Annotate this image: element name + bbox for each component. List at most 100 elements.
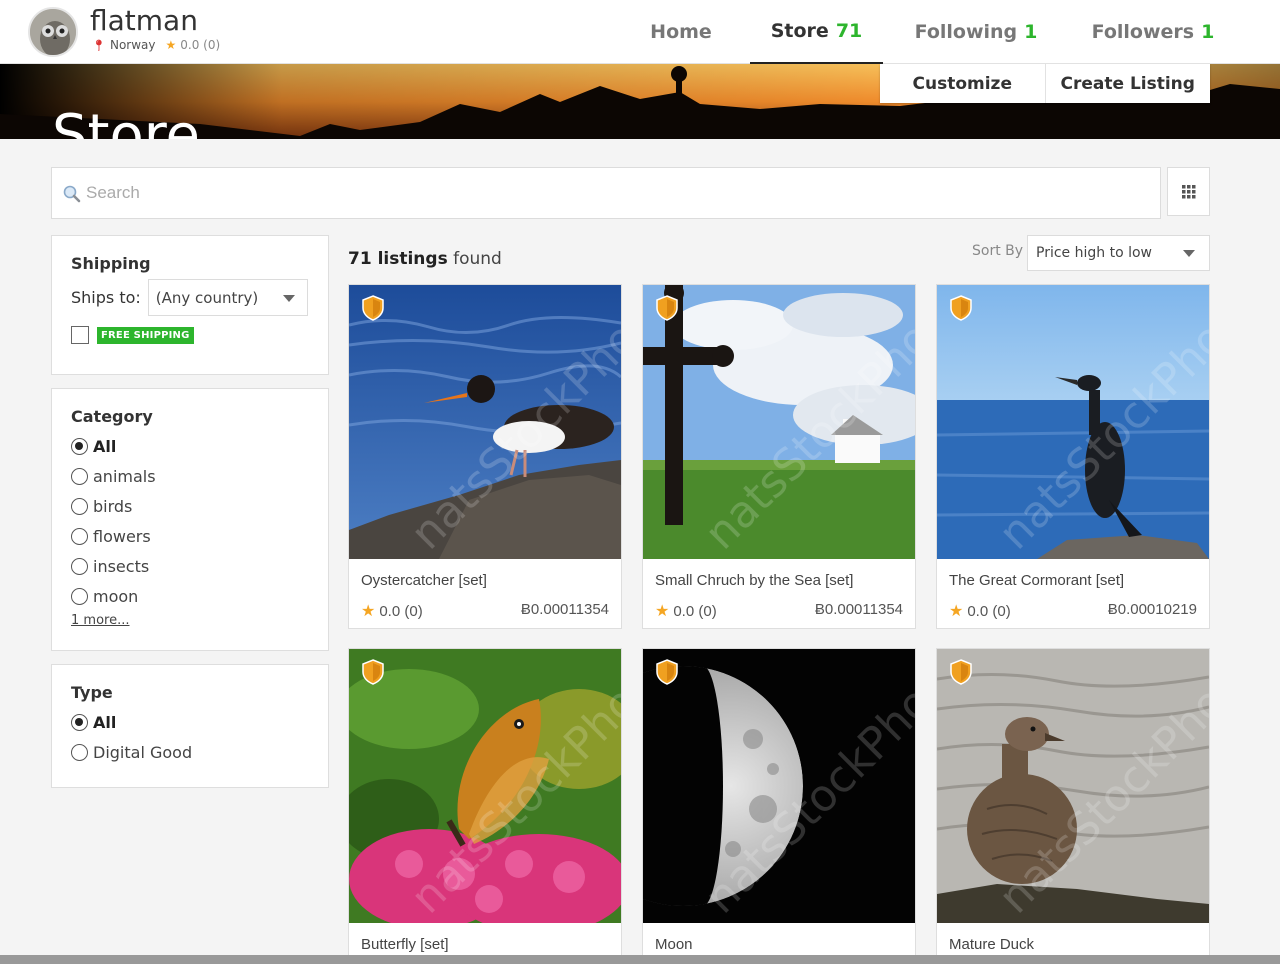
listing-title: Oystercatcher [set]: [361, 572, 487, 589]
tab-following-count: 1: [1024, 21, 1038, 43]
category-option-all[interactable]: All: [71, 437, 116, 456]
tab-home[interactable]: Home: [620, 0, 742, 64]
shield-icon: [362, 659, 384, 685]
free-shipping-badge: FREE SHIPPING: [97, 326, 194, 344]
listing-image-oystercatcher: natsStockPhoto: [349, 285, 621, 559]
category-option-label: All: [93, 437, 117, 456]
star-icon: ★: [165, 38, 177, 52]
listing-title: The Great Cormorant [set]: [949, 572, 1125, 589]
category-option-label: flowers: [93, 527, 151, 546]
listing-card[interactable]: natsStockPhoto Butterfly [set]: [348, 648, 622, 964]
listing-title: Butterfly [set]: [361, 936, 449, 953]
listing-price: Ƀ0.00011354: [520, 601, 609, 618]
sort-select[interactable]: Price high to low: [1027, 235, 1210, 271]
listing-rating: ★ 0.0 (0): [361, 601, 423, 621]
sort-select-value: Price high to low: [1036, 245, 1152, 261]
tab-following-label: Following: [914, 21, 1018, 43]
customize-button[interactable]: Customize: [880, 64, 1045, 103]
listing-title: Small Chruch by the Sea [set]: [655, 572, 854, 589]
category-option-label: moon: [93, 587, 139, 606]
listing-card[interactable]: natsStockPhoto Moon: [642, 648, 916, 964]
shield-icon: [362, 295, 384, 321]
free-shipping-checkbox[interactable]: [71, 326, 89, 344]
listing-card[interactable]: natsStockPhoto The Great Cormorant [set]…: [936, 284, 1210, 629]
listing-title: Moon: [655, 936, 693, 953]
type-option-label: All: [93, 713, 117, 732]
type-title: Type: [71, 683, 113, 702]
category-option-label: insects: [93, 557, 150, 576]
radio-icon: [71, 588, 88, 605]
top-bar: flatman 📍︎ Norway ★ 0.0 (0) Home Store 71…: [0, 0, 1280, 64]
category-option-birds[interactable]: birds: [71, 497, 132, 516]
tab-home-label: Home: [650, 21, 712, 43]
radio-icon: [71, 528, 88, 545]
tab-following[interactable]: Following 1: [896, 0, 1056, 64]
category-option-animals[interactable]: animals: [71, 467, 156, 486]
page-title: Store: [52, 103, 201, 140]
category-filter-panel: Category All animals birds flowers insec…: [51, 388, 329, 651]
type-option-digital-good[interactable]: Digital Good: [71, 743, 192, 762]
grid-view-button[interactable]: [1167, 167, 1210, 216]
banner-actions: Customize Create Listing: [880, 64, 1210, 103]
tab-followers-count: 1: [1201, 21, 1215, 43]
grid-icon: [1181, 184, 1195, 198]
listing-image-cormorant: natsStockPhoto: [937, 285, 1209, 559]
listing-price: Ƀ0.00011354: [814, 601, 903, 618]
category-option-insects[interactable]: insects: [71, 557, 149, 576]
tab-followers[interactable]: Followers 1: [1070, 0, 1236, 64]
tab-store[interactable]: Store 71: [750, 0, 883, 64]
type-option-all[interactable]: All: [71, 713, 116, 732]
profile-name[interactable]: flatman: [90, 4, 198, 37]
location-pin-icon: 📍︎: [92, 38, 106, 52]
listing-image-church: natsStockPhoto: [643, 285, 915, 559]
star-icon: ★: [655, 603, 670, 620]
category-option-label: birds: [93, 497, 133, 516]
listing-card[interactable]: natsStockPhoto Oystercatcher [set] ★0.0 …: [348, 284, 622, 629]
ships-to-row: Ships to: (Any country): [71, 279, 308, 316]
tab-followers-label: Followers: [1091, 21, 1195, 43]
chevron-down-icon: [282, 295, 295, 302]
category-option-flowers[interactable]: flowers: [71, 527, 151, 546]
listing-rating: ★ 0.0 (0): [949, 601, 1011, 621]
listing-title: Mature Duck: [949, 936, 1035, 953]
country-select[interactable]: (Any country): [147, 279, 308, 316]
listing-card[interactable]: natsStockPhoto Small Chruch by the Sea […: [642, 284, 916, 629]
type-option-label: Digital Good: [93, 743, 193, 762]
category-option-moon[interactable]: moon: [71, 587, 138, 606]
search-input[interactable]: [86, 168, 1146, 218]
radio-icon: [71, 558, 88, 575]
search-icon: [63, 185, 81, 203]
listing-rating-value: 0.0 (0): [967, 602, 1011, 620]
listing-price: Ƀ0.00010219: [1107, 601, 1197, 618]
listing-rating-value: 0.0 (0): [673, 602, 717, 620]
create-listing-button[interactable]: Create Listing: [1044, 64, 1211, 103]
shipping-title: Shipping: [71, 254, 151, 273]
star-icon: ★: [949, 603, 964, 620]
ships-to-label: Ships to:: [71, 288, 141, 307]
horizontal-scrollbar[interactable]: [0, 955, 1280, 964]
listings-count-number: 71 listings: [348, 249, 448, 269]
free-shipping-option: FREE SHIPPING: [71, 326, 194, 344]
radio-icon: [71, 468, 88, 485]
profile-meta: 📍︎ Norway ★ 0.0 (0): [92, 38, 220, 52]
tab-store-count: 71: [835, 20, 863, 42]
tab-store-label: Store: [770, 20, 829, 42]
shield-icon: [950, 659, 972, 685]
listing-rating: ★ 0.0 (0): [655, 601, 717, 621]
category-option-label: animals: [93, 467, 156, 486]
category-title: Category: [71, 407, 153, 426]
shield-icon: [656, 659, 678, 685]
search-bar: [51, 167, 1161, 219]
listings-count: 71 listings found: [348, 249, 502, 269]
radio-icon: [71, 498, 88, 515]
listing-rating-value: 0.0 (0): [379, 602, 423, 620]
more-categories-link[interactable]: 1 more...: [71, 613, 129, 628]
sort-label: Sort By: [972, 243, 1024, 259]
listing-card[interactable]: natsStockPhoto Mature Duck: [936, 648, 1210, 964]
star-icon: ★: [361, 603, 376, 620]
listing-image-butterfly: natsStockPhoto: [349, 649, 621, 923]
shield-icon: [950, 295, 972, 321]
country-select-value: (Any country): [155, 288, 259, 307]
avatar[interactable]: [28, 7, 78, 57]
type-filter-panel: Type All Digital Good: [51, 664, 329, 788]
